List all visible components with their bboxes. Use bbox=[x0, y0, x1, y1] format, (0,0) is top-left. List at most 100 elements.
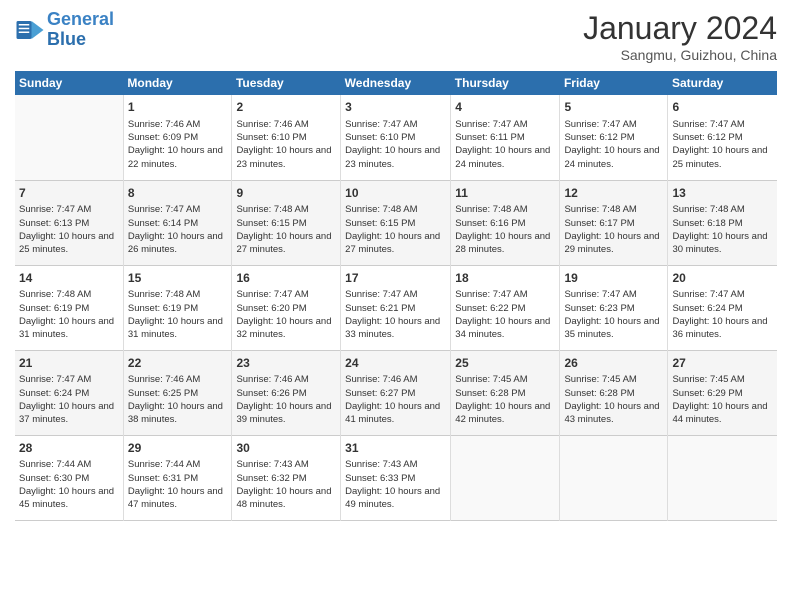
day-number: 17 bbox=[345, 270, 446, 287]
logo: General Blue bbox=[15, 10, 114, 50]
day-number: 29 bbox=[128, 440, 228, 457]
page: General Blue January 2024 Sangmu, Guizho… bbox=[0, 0, 792, 612]
day-number: 18 bbox=[455, 270, 555, 287]
day-cell: 20Sunrise: 7:47 AMSunset: 6:24 PMDayligh… bbox=[668, 265, 777, 350]
day-info: Sunrise: 7:48 AMSunset: 6:15 PMDaylight:… bbox=[236, 203, 336, 256]
day-number: 19 bbox=[564, 270, 663, 287]
day-cell: 21Sunrise: 7:47 AMSunset: 6:24 PMDayligh… bbox=[15, 350, 123, 435]
day-cell: 17Sunrise: 7:47 AMSunset: 6:21 PMDayligh… bbox=[341, 265, 451, 350]
day-cell: 3Sunrise: 7:47 AMSunset: 6:10 PMDaylight… bbox=[341, 95, 451, 180]
day-header-friday: Friday bbox=[560, 71, 668, 95]
day-cell: 8Sunrise: 7:47 AMSunset: 6:14 PMDaylight… bbox=[123, 180, 232, 265]
day-info: Sunrise: 7:47 AMSunset: 6:21 PMDaylight:… bbox=[345, 288, 446, 341]
day-cell: 7Sunrise: 7:47 AMSunset: 6:13 PMDaylight… bbox=[15, 180, 123, 265]
day-number: 10 bbox=[345, 185, 446, 202]
day-number: 26 bbox=[564, 355, 663, 372]
day-number: 14 bbox=[19, 270, 119, 287]
logo-icon bbox=[15, 15, 45, 45]
day-info: Sunrise: 7:47 AMSunset: 6:13 PMDaylight:… bbox=[19, 203, 119, 256]
day-cell: 18Sunrise: 7:47 AMSunset: 6:22 PMDayligh… bbox=[451, 265, 560, 350]
day-info: Sunrise: 7:47 AMSunset: 6:12 PMDaylight:… bbox=[672, 118, 773, 171]
day-info: Sunrise: 7:48 AMSunset: 6:17 PMDaylight:… bbox=[564, 203, 663, 256]
day-info: Sunrise: 7:45 AMSunset: 6:29 PMDaylight:… bbox=[672, 373, 773, 426]
day-info: Sunrise: 7:47 AMSunset: 6:14 PMDaylight:… bbox=[128, 203, 228, 256]
day-cell: 14Sunrise: 7:48 AMSunset: 6:19 PMDayligh… bbox=[15, 265, 123, 350]
day-cell: 16Sunrise: 7:47 AMSunset: 6:20 PMDayligh… bbox=[232, 265, 341, 350]
day-cell: 30Sunrise: 7:43 AMSunset: 6:32 PMDayligh… bbox=[232, 435, 341, 520]
day-number: 9 bbox=[236, 185, 336, 202]
day-cell: 28Sunrise: 7:44 AMSunset: 6:30 PMDayligh… bbox=[15, 435, 123, 520]
day-info: Sunrise: 7:47 AMSunset: 6:22 PMDaylight:… bbox=[455, 288, 555, 341]
week-row-4: 21Sunrise: 7:47 AMSunset: 6:24 PMDayligh… bbox=[15, 350, 777, 435]
title-block: January 2024 Sangmu, Guizhou, China bbox=[583, 10, 777, 63]
day-cell: 22Sunrise: 7:46 AMSunset: 6:25 PMDayligh… bbox=[123, 350, 232, 435]
day-cell: 11Sunrise: 7:48 AMSunset: 6:16 PMDayligh… bbox=[451, 180, 560, 265]
day-info: Sunrise: 7:46 AMSunset: 6:27 PMDaylight:… bbox=[345, 373, 446, 426]
day-number: 15 bbox=[128, 270, 228, 287]
day-info: Sunrise: 7:43 AMSunset: 6:33 PMDaylight:… bbox=[345, 458, 446, 511]
day-info: Sunrise: 7:48 AMSunset: 6:19 PMDaylight:… bbox=[19, 288, 119, 341]
day-cell bbox=[560, 435, 668, 520]
day-number: 12 bbox=[564, 185, 663, 202]
day-info: Sunrise: 7:45 AMSunset: 6:28 PMDaylight:… bbox=[455, 373, 555, 426]
header: General Blue January 2024 Sangmu, Guizho… bbox=[15, 10, 777, 63]
days-header-row: SundayMondayTuesdayWednesdayThursdayFrid… bbox=[15, 71, 777, 95]
day-cell: 10Sunrise: 7:48 AMSunset: 6:15 PMDayligh… bbox=[341, 180, 451, 265]
week-row-3: 14Sunrise: 7:48 AMSunset: 6:19 PMDayligh… bbox=[15, 265, 777, 350]
day-cell: 12Sunrise: 7:48 AMSunset: 6:17 PMDayligh… bbox=[560, 180, 668, 265]
day-cell: 1 Sunrise: 7:46 AMSunset: 6:09 PMDaylight… bbox=[123, 95, 232, 180]
day-info: Sunrise: 7:47 AMSunset: 6:20 PMDaylight:… bbox=[236, 288, 336, 341]
day-info: Sunrise: 7:48 AMSunset: 6:15 PMDaylight:… bbox=[345, 203, 446, 256]
day-cell: 2 Sunrise: 7:46 AMSunset: 6:10 PMDaylight… bbox=[232, 95, 341, 180]
day-number: 28 bbox=[19, 440, 119, 457]
week-row-5: 28Sunrise: 7:44 AMSunset: 6:30 PMDayligh… bbox=[15, 435, 777, 520]
day-cell: 24Sunrise: 7:46 AMSunset: 6:27 PMDayligh… bbox=[341, 350, 451, 435]
day-info: Sunrise: 7:46 AMSunset: 6:25 PMDaylight:… bbox=[128, 373, 228, 426]
logo-general: General bbox=[47, 9, 114, 29]
month-year: January 2024 bbox=[583, 10, 777, 47]
day-number: 6 bbox=[672, 99, 773, 116]
day-number: 16 bbox=[236, 270, 336, 287]
day-number: 1 bbox=[128, 99, 228, 116]
day-number: 30 bbox=[236, 440, 336, 457]
day-cell: 4 Sunrise: 7:47 AMSunset: 6:11 PMDaylight… bbox=[451, 95, 560, 180]
day-info: Sunrise: 7:47 AMSunset: 6:11 PMDaylight:… bbox=[455, 118, 555, 171]
week-row-2: 7Sunrise: 7:47 AMSunset: 6:13 PMDaylight… bbox=[15, 180, 777, 265]
logo-text: General Blue bbox=[47, 10, 114, 50]
day-number: 23 bbox=[236, 355, 336, 372]
day-cell: 25Sunrise: 7:45 AMSunset: 6:28 PMDayligh… bbox=[451, 350, 560, 435]
day-number: 20 bbox=[672, 270, 773, 287]
day-info: Sunrise: 7:47 AMSunset: 6:24 PMDaylight:… bbox=[19, 373, 119, 426]
day-header-thursday: Thursday bbox=[451, 71, 560, 95]
day-info: Sunrise: 7:46 AMSunset: 6:09 PMDaylight:… bbox=[128, 118, 228, 171]
day-header-saturday: Saturday bbox=[668, 71, 777, 95]
day-cell: 5Sunrise: 7:47 AMSunset: 6:12 PMDaylight… bbox=[560, 95, 668, 180]
day-header-sunday: Sunday bbox=[15, 71, 123, 95]
calendar-table: SundayMondayTuesdayWednesdayThursdayFrid… bbox=[15, 71, 777, 521]
day-cell bbox=[668, 435, 777, 520]
day-cell: 19Sunrise: 7:47 AMSunset: 6:23 PMDayligh… bbox=[560, 265, 668, 350]
day-number: 4 bbox=[455, 99, 555, 116]
day-info: Sunrise: 7:43 AMSunset: 6:32 PMDaylight:… bbox=[236, 458, 336, 511]
day-info: Sunrise: 7:47 AMSunset: 6:24 PMDaylight:… bbox=[672, 288, 773, 341]
day-info: Sunrise: 7:47 AMSunset: 6:10 PMDaylight:… bbox=[345, 118, 446, 171]
day-number: 21 bbox=[19, 355, 119, 372]
day-number: 31 bbox=[345, 440, 446, 457]
day-cell bbox=[15, 95, 123, 180]
day-info: Sunrise: 7:44 AMSunset: 6:31 PMDaylight:… bbox=[128, 458, 228, 511]
day-number: 24 bbox=[345, 355, 446, 372]
day-number: 2 bbox=[236, 99, 336, 116]
day-info: Sunrise: 7:47 AMSunset: 6:23 PMDaylight:… bbox=[564, 288, 663, 341]
day-number: 7 bbox=[19, 185, 119, 202]
location: Sangmu, Guizhou, China bbox=[583, 47, 777, 63]
day-cell: 29Sunrise: 7:44 AMSunset: 6:31 PMDayligh… bbox=[123, 435, 232, 520]
day-cell: 9Sunrise: 7:48 AMSunset: 6:15 PMDaylight… bbox=[232, 180, 341, 265]
day-info: Sunrise: 7:46 AMSunset: 6:10 PMDaylight:… bbox=[236, 118, 336, 171]
day-number: 22 bbox=[128, 355, 228, 372]
day-header-tuesday: Tuesday bbox=[232, 71, 341, 95]
day-number: 11 bbox=[455, 185, 555, 202]
week-row-1: 1 Sunrise: 7:46 AMSunset: 6:09 PMDaylight… bbox=[15, 95, 777, 180]
day-info: Sunrise: 7:48 AMSunset: 6:18 PMDaylight:… bbox=[672, 203, 773, 256]
day-cell: 15Sunrise: 7:48 AMSunset: 6:19 PMDayligh… bbox=[123, 265, 232, 350]
day-info: Sunrise: 7:45 AMSunset: 6:28 PMDaylight:… bbox=[564, 373, 663, 426]
